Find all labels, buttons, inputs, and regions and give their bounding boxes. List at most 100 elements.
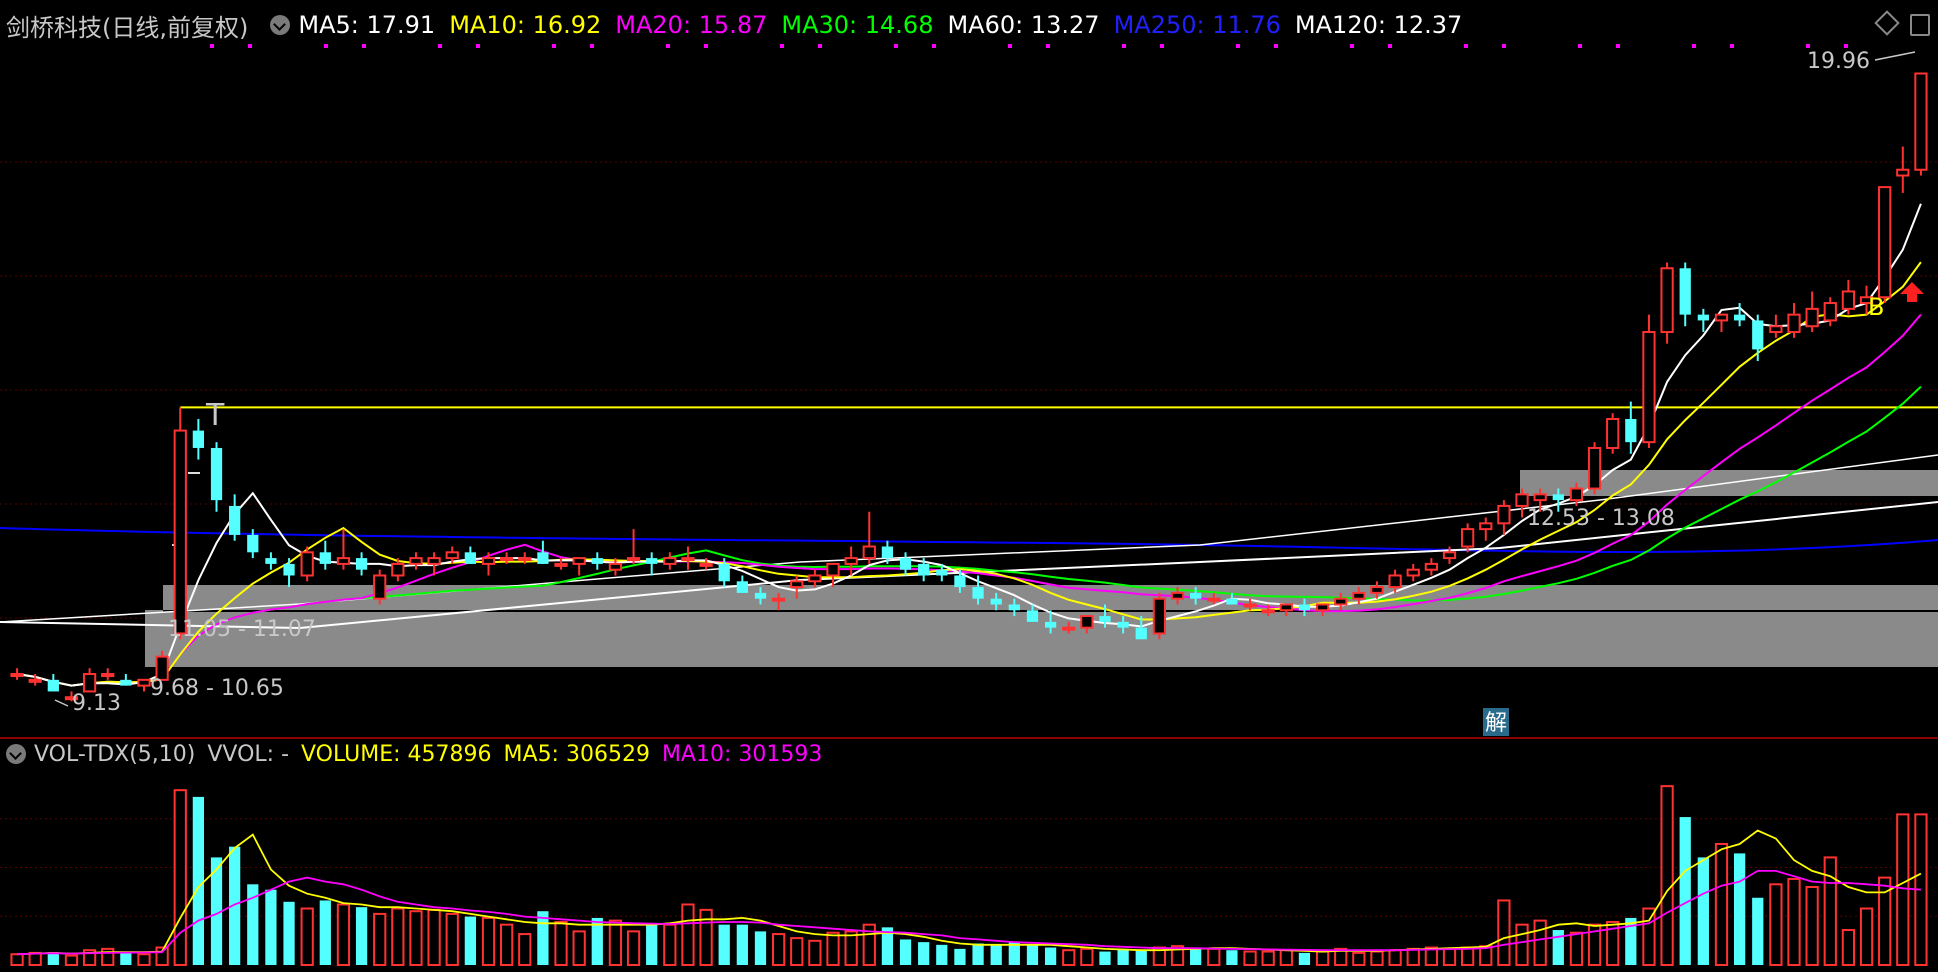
- volume-bar: [1859, 907, 1874, 966]
- candle-body: [1315, 603, 1330, 612]
- candle-body: [1569, 487, 1584, 502]
- volume-bar: [736, 924, 748, 965]
- volume-bar: [1352, 951, 1366, 966]
- candle-body: [1406, 568, 1420, 577]
- event-marker: [894, 44, 898, 48]
- candle-body: [319, 552, 331, 564]
- candle-body: [681, 557, 695, 562]
- volume-bar: [899, 939, 912, 965]
- volume-bar: [1461, 946, 1475, 966]
- candle-body: [1152, 597, 1167, 635]
- candle-body: [247, 534, 259, 553]
- event-marker: [1692, 44, 1696, 48]
- candle-body: [1279, 603, 1293, 612]
- event-marker: [1350, 44, 1354, 48]
- volume-bar: [790, 937, 804, 967]
- candle-body: [120, 679, 132, 686]
- candle-body: [1207, 597, 1221, 602]
- volume-bar: [1026, 944, 1039, 965]
- volume-bar: [1805, 886, 1819, 966]
- event-marker: [1806, 44, 1810, 48]
- candle-body: [28, 678, 42, 683]
- candle-body: [1099, 616, 1111, 622]
- candle-body: [518, 557, 532, 562]
- candle-body: [1044, 621, 1057, 628]
- volume-bar: [1062, 949, 1076, 967]
- candle-body: [1334, 597, 1348, 606]
- candle-body: [47, 679, 59, 692]
- volume-bar: [537, 911, 549, 965]
- volume-bar: [1660, 785, 1674, 967]
- candle-body: [1878, 186, 1892, 299]
- candle-body: [137, 678, 151, 687]
- event-marker: [1578, 44, 1582, 48]
- volume-bar: [64, 954, 79, 966]
- candle-body: [1552, 494, 1564, 501]
- event-marker: [1844, 44, 1848, 48]
- candle-body: [192, 430, 205, 448]
- candle-body: [1823, 302, 1837, 322]
- candle-body: [82, 673, 97, 693]
- candle-body: [1787, 313, 1801, 334]
- candle-body: [1914, 72, 1928, 171]
- volume-bar: [481, 916, 496, 966]
- volume-bar: [336, 903, 351, 967]
- volume-bar: [192, 796, 205, 965]
- candle-body: [481, 557, 496, 565]
- candle-body: [1587, 446, 1602, 490]
- candle-body: [1479, 522, 1493, 531]
- event-marker: [1502, 44, 1506, 48]
- event-marker: [362, 44, 366, 48]
- volume-bar: [1388, 949, 1402, 967]
- candle-body: [790, 580, 804, 589]
- candle-body: [1298, 604, 1311, 611]
- candle-body: [1679, 268, 1691, 315]
- volume-bar: [1190, 947, 1202, 965]
- candle-body: [1805, 307, 1819, 328]
- candle-body: [1625, 418, 1637, 443]
- event-marker: [818, 44, 822, 48]
- volume-bar: [663, 923, 677, 966]
- candle-body: [626, 557, 641, 562]
- b-marker: B: [1868, 293, 1884, 321]
- volume-bar: [1315, 950, 1330, 966]
- candle-body: [101, 673, 115, 678]
- candle-body: [1697, 314, 1709, 321]
- candle-body: [373, 574, 387, 600]
- candle-body: [210, 447, 223, 501]
- candle-body: [591, 558, 603, 564]
- candle-body: [265, 558, 277, 564]
- candle-body: [1733, 314, 1746, 321]
- candle-body: [229, 505, 241, 535]
- candle-body: [1752, 320, 1764, 350]
- candle-body: [1243, 603, 1257, 608]
- kline-chart[interactable]: 19.96 9.13 9.68 - 10.65 11.05 - 11.07 12.53 …: [0, 0, 1938, 972]
- event-marker: [210, 44, 214, 48]
- candle-body: [954, 575, 966, 588]
- volume-bar: [319, 900, 331, 965]
- volume-bar: [1226, 950, 1238, 965]
- volume-bar: [608, 919, 623, 966]
- event-marker: [666, 44, 670, 48]
- volume-bar: [1752, 897, 1764, 965]
- candle-body: [409, 557, 423, 565]
- low-price-label: 9.13: [72, 691, 121, 716]
- volume-bar: [500, 923, 514, 966]
- volume-bar: [826, 931, 840, 966]
- volume-bar: [1896, 813, 1910, 967]
- candle-body: [554, 562, 568, 567]
- candle-body: [881, 546, 894, 559]
- candle-body: [862, 545, 876, 560]
- volume-bar: [409, 910, 423, 967]
- volume-bar: [1787, 877, 1801, 966]
- candle-body: [427, 557, 441, 565]
- candle-body: [1714, 313, 1729, 322]
- candle-body: [1080, 615, 1094, 629]
- candle-body: [646, 558, 658, 564]
- range-low-label: 9.68 - 10.65: [150, 676, 284, 701]
- volume-bar: [1243, 950, 1257, 966]
- volume-bar: [391, 907, 405, 966]
- candle-body: [1769, 325, 1783, 334]
- volume-bar: [1080, 947, 1094, 966]
- event-marker: [1616, 44, 1620, 48]
